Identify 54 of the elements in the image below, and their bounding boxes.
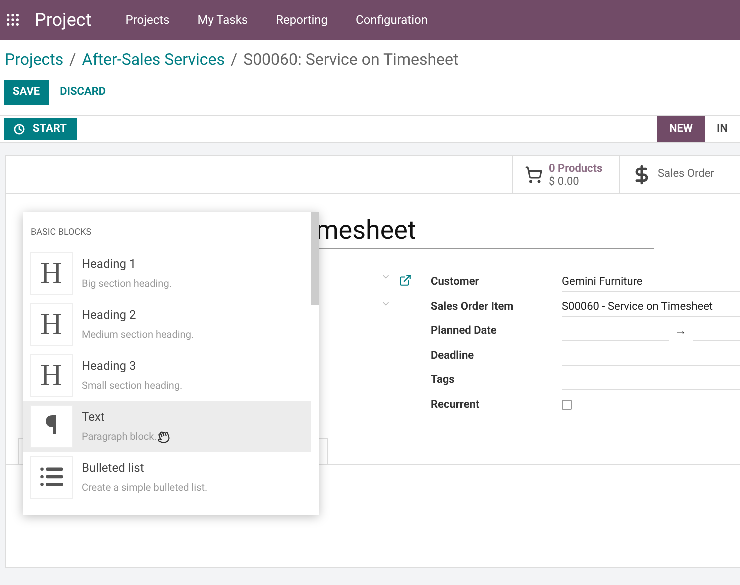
- field-value[interactable]: Gemini Furniture: [562, 272, 740, 292]
- block-description: Create a simple bulleted list.: [82, 482, 208, 496]
- block-description: Big section heading.: [82, 278, 172, 292]
- powerbox-category: BASIC BLOCKS: [30, 227, 93, 240]
- save-button[interactable]: SAVE: [4, 80, 50, 105]
- breadcrumb-separator: /: [70, 49, 76, 71]
- nav-menu-item[interactable]: Configuration: [356, 11, 428, 29]
- powerbox-item[interactable]: H Heading 2 Medium section heading.: [23, 298, 311, 350]
- block-title: Heading 3: [82, 358, 138, 374]
- sales-order-smart-button[interactable]: Sales Order: [619, 156, 739, 193]
- pilcrow-glyph: ¶: [45, 410, 58, 442]
- powerbox-item[interactable]: H Heading 3 Small section heading.: [23, 350, 311, 400]
- products-amount: $ 0.00: [549, 174, 580, 188]
- field-label: Tags: [431, 372, 456, 388]
- products-smart-button[interactable]: 0 Products $ 0.00: [512, 156, 619, 193]
- scrollbar-thumb[interactable]: [311, 212, 319, 305]
- app-title[interactable]: Project: [35, 6, 92, 34]
- powerbox-item[interactable]: H Heading 1 Big section heading.: [23, 248, 311, 298]
- stage-button[interactable]: NEW: [657, 116, 706, 142]
- block-title: Bulleted list: [82, 460, 146, 476]
- powerbox-item[interactable]: ¶ Text Paragraph block.: [23, 400, 311, 452]
- breadcrumb-current: S00060: Service on Timesheet: [244, 49, 459, 71]
- task-title: mesheet: [316, 216, 416, 246]
- breadcrumb-link[interactable]: Projects: [5, 48, 64, 72]
- clock-icon: [14, 124, 25, 134]
- block-description: Paragraph block.: [82, 430, 157, 444]
- apps-menu-icon[interactable]: [5, 12, 21, 28]
- heading-glyph: H: [40, 256, 62, 292]
- external-link-icon[interactable]: [399, 274, 412, 287]
- heading-glyph: H: [40, 358, 62, 394]
- start-button[interactable]: START: [4, 118, 77, 140]
- nav-menu-item[interactable]: Reporting: [276, 11, 328, 29]
- recurrent-checkbox[interactable]: [562, 400, 572, 410]
- powerbox-item[interactable]: Bulleted list Create a simple bulleted list.: [23, 452, 311, 502]
- cart-icon: [525, 166, 543, 184]
- nav-menu-item[interactable]: My Tasks: [198, 11, 248, 29]
- field-value[interactable]: S00060 - Service on Timesheet: [562, 296, 740, 317]
- block-description: Medium section heading.: [82, 328, 194, 342]
- discard-button[interactable]: DISCARD: [51, 80, 116, 105]
- field-label: Customer: [431, 274, 480, 290]
- field-label: Recurrent: [431, 396, 481, 412]
- block-title: Heading 2: [82, 306, 138, 324]
- field-label: Sales Order Item: [431, 298, 515, 314]
- block-title: Text: [82, 408, 106, 426]
- block-title: Heading 1: [82, 256, 138, 272]
- heading-glyph: H: [40, 306, 62, 342]
- breadcrumb-separator: /: [230, 49, 238, 71]
- range-arrow: →: [675, 323, 687, 340]
- field-label: Planned Date: [431, 323, 498, 339]
- field-label: Deadline: [431, 348, 476, 364]
- block-description: Small section heading.: [82, 380, 183, 394]
- nav-menu-item[interactable]: Projects: [126, 11, 170, 29]
- products-count: 0 Products: [549, 162, 603, 174]
- breadcrumb-link[interactable]: After-Sales Services: [82, 48, 225, 72]
